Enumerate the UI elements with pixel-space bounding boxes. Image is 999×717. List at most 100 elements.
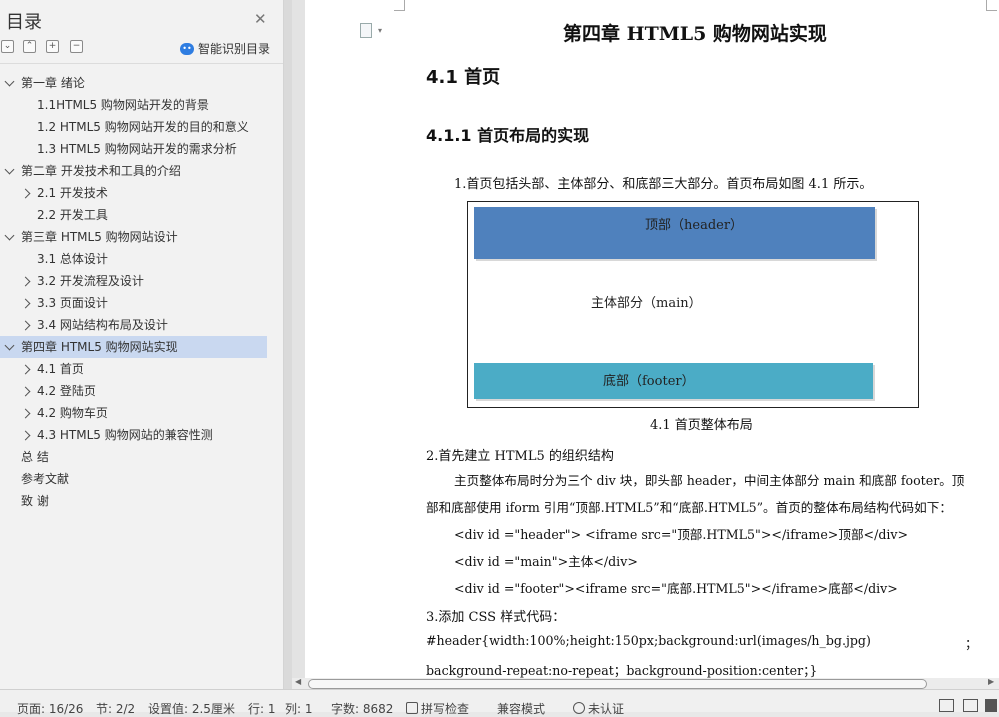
toc-item-label: 4.2 购物车页 xyxy=(37,406,108,420)
toc-item[interactable]: 1.1HTML5 购物网站开发的背景 xyxy=(0,94,283,116)
spell-check-button[interactable]: 拼写检查 xyxy=(406,700,469,717)
status-section: 节: 2/2 xyxy=(96,702,136,716)
toc-item[interactable]: 2.2 开发工具 xyxy=(0,204,283,226)
toc-list: 第一章 绪论 1.1HTML5 购物网站开发的背景 1.2 HTML5 购物网站开发… xyxy=(0,72,283,512)
figure-header-label: 顶部（header） xyxy=(645,218,744,233)
spell-check-icon xyxy=(406,702,418,714)
toc-item[interactable]: 3.1 总体设计 xyxy=(0,248,283,270)
code-line-main: <div id ="main">主体</div> xyxy=(454,554,638,569)
chevron-down-icon[interactable]: ▾ xyxy=(378,26,382,35)
horizontal-scrollbar[interactable]: ◀ ▶ xyxy=(292,677,999,689)
chevron-right-icon[interactable] xyxy=(20,188,31,199)
toc-item-label: 4.3 HTML5 购物网站的兼容性测 xyxy=(37,428,213,442)
toc-item-label: 1.2 HTML5 购物网站开发的目的和意义 xyxy=(37,120,249,134)
toc-item[interactable]: 第一章 绪论 xyxy=(0,72,283,94)
compat-mode-label: 兼容模式 xyxy=(497,702,546,716)
toc-item[interactable]: 第三章 HTML5 购物网站设计 xyxy=(0,226,283,248)
collapse-icon[interactable]: ⌄ xyxy=(1,40,14,53)
toc-item[interactable]: 4.1 首页 xyxy=(0,358,283,380)
chevron-down-icon[interactable] xyxy=(4,164,15,175)
chevron-right-icon[interactable] xyxy=(20,430,31,441)
status-column: 列: 1 xyxy=(285,702,313,716)
document-icon[interactable] xyxy=(360,23,372,38)
figure-caption: 4.1 首页整体布局 xyxy=(650,418,753,433)
layout-figure: 顶部（header） 主体部分（main） 底部（footer） xyxy=(467,201,919,408)
toc-item-label: 2.1 开发技术 xyxy=(37,186,108,200)
scroll-left-icon[interactable]: ◀ xyxy=(295,677,301,686)
toc-item-label: 第四章 HTML5 购物网站实现 xyxy=(21,340,178,354)
toc-item[interactable]: 4.2 购物车页 xyxy=(0,402,283,424)
remove-icon[interactable]: − xyxy=(70,40,83,53)
shield-icon xyxy=(573,702,585,714)
chapter-heading: 第四章 HTML5 购物网站实现 xyxy=(563,23,827,45)
toc-item[interactable]: 2.1 开发技术 xyxy=(0,182,283,204)
toc-item-label: 2.2 开发工具 xyxy=(37,208,108,222)
status-page[interactable]: 页面: 16/26 xyxy=(17,700,83,717)
toc-item-label: 4.2 登陆页 xyxy=(37,384,96,398)
spell-check-label: 拼写检查 xyxy=(421,702,470,716)
toc-item[interactable]: 3.2 开发流程及设计 xyxy=(0,270,283,292)
chevron-down-icon[interactable] xyxy=(4,76,15,87)
figure-footer-label: 底部（footer） xyxy=(603,374,695,389)
toc-item-label: 3.1 总体设计 xyxy=(37,252,108,266)
code-line-header: <div id ="header"> <iframe src="顶部.HTML5… xyxy=(454,527,909,542)
chevron-right-icon[interactable] xyxy=(20,408,31,419)
toc-item[interactable]: 4.2 登陆页 xyxy=(0,380,283,402)
smart-toc-label: 智能识别目录 xyxy=(198,42,271,56)
toc-item[interactable]: 1.2 HTML5 购物网站开发的目的和意义 xyxy=(0,116,283,138)
css-line-1-tail: ； xyxy=(965,636,978,651)
page-corner-mark xyxy=(986,0,997,11)
toc-item[interactable]: 3.3 页面设计 xyxy=(0,292,283,314)
paragraph-3-line-1: 主页整体布局时分为三个 div 块，即头部 header，中间主体部分 main… xyxy=(454,473,965,488)
chevron-right-icon[interactable] xyxy=(20,298,31,309)
scroll-right-icon[interactable]: ▶ xyxy=(988,677,994,686)
certification-button[interactable]: 未认证 xyxy=(573,700,624,717)
chevron-down-icon[interactable] xyxy=(4,340,15,351)
toc-item-label: 第一章 绪论 xyxy=(21,76,85,90)
sidebar-scrollbar[interactable] xyxy=(284,0,292,689)
chevron-down-icon[interactable] xyxy=(4,230,15,241)
read-mode-icon[interactable] xyxy=(963,699,978,712)
toc-item-label: 第二章 开发技术和工具的介绍 xyxy=(21,164,181,178)
status-setting: 设置值: 2.5厘米 xyxy=(148,702,235,716)
subsection-heading: 4.1.1 首页布局的实现 xyxy=(426,126,590,145)
toc-title: 目录 xyxy=(6,12,42,33)
paragraph-2: 2.首先建立 HTML5 的组织结构 xyxy=(426,449,614,464)
toc-item[interactable]: 1.3 HTML5 购物网站开发的需求分析 xyxy=(0,138,283,160)
close-icon[interactable]: ✕ xyxy=(254,10,267,28)
code-line-footer: <div id ="footer"><iframe src="底部.HTML5"… xyxy=(454,581,898,596)
smart-toc-button[interactable]: •• 智能识别目录 xyxy=(180,40,270,57)
status-row: 行: 1 xyxy=(248,702,276,716)
toc-item-label: 第三章 HTML5 购物网站设计 xyxy=(21,230,178,244)
toc-item[interactable]: 总 结 xyxy=(0,446,283,468)
toc-item[interactable]: 4.3 HTML5 购物网站的兼容性测 xyxy=(0,424,283,446)
paragraph-1: 1.首页包括头部、主体部分、和底部三大部分。首页布局如图 4.1 所示。 xyxy=(454,177,873,192)
toc-divider xyxy=(0,63,283,64)
toc-item[interactable]: 第二章 开发技术和工具的介绍 xyxy=(0,160,283,182)
fullscreen-icon[interactable] xyxy=(939,699,954,712)
chevron-right-icon[interactable] xyxy=(20,276,31,287)
paragraph-4: 3.添加 CSS 样式代码： xyxy=(426,610,566,625)
toc-item[interactable]: 致 谢 xyxy=(0,490,283,512)
css-line-1: #header{width:100%;height:150px;backgrou… xyxy=(426,633,871,648)
status-word-count[interactable]: 字数: 8682 xyxy=(331,700,393,717)
toc-item[interactable]: 参考文献 xyxy=(0,468,283,490)
toc-item-label: 参考文献 xyxy=(21,472,70,486)
toc-item-label: 3.2 开发流程及设计 xyxy=(37,274,144,288)
certification-label: 未认证 xyxy=(588,702,625,716)
css-line-2: background-repeat:no-repeat；background-p… xyxy=(426,663,818,678)
toc-item[interactable]: 第四章 HTML5 购物网站实现 xyxy=(0,336,267,358)
chevron-right-icon[interactable] xyxy=(20,320,31,331)
page-view-icon[interactable] xyxy=(985,699,997,712)
chevron-right-icon[interactable] xyxy=(20,386,31,397)
toc-panel: 目录 ✕ ⌄ ⌃ + − •• 智能识别目录 第一章 绪论 1.1HTML5 购物… xyxy=(0,0,284,689)
expand-icon[interactable]: ⌃ xyxy=(23,40,36,53)
paragraph-3-line-2: 部和底部使用 iform 引用“顶部.HTML5”和“底部.HTML5”。首页的… xyxy=(426,500,952,515)
toc-item-label: 致 谢 xyxy=(21,494,49,508)
add-icon[interactable]: + xyxy=(46,40,59,53)
status-bar: 页面: 16/26 节: 2/2 设置值: 2.5厘米 行: 1 列: 1 字数… xyxy=(0,689,999,716)
toc-item[interactable]: 3.4 网站结构布局及设计 xyxy=(0,314,283,336)
section-heading: 4.1 首页 xyxy=(426,67,501,88)
horizontal-scroll-thumb[interactable] xyxy=(308,679,927,689)
chevron-right-icon[interactable] xyxy=(20,364,31,375)
